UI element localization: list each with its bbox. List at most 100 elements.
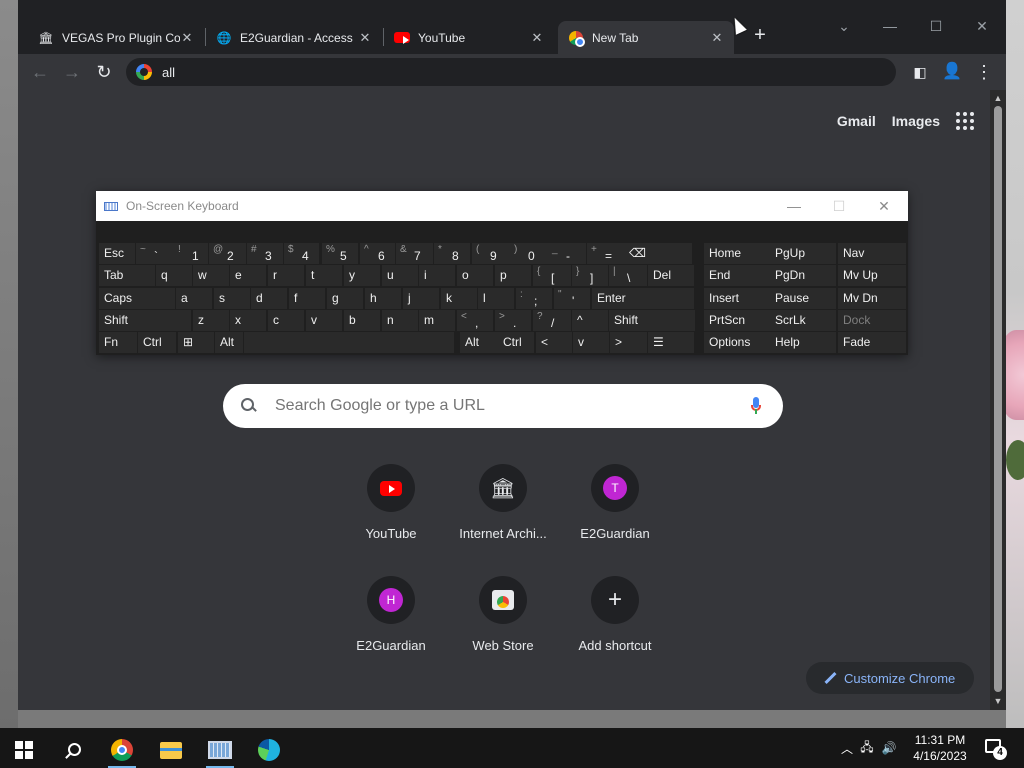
osk-key[interactable]: Mv Dn <box>838 288 906 309</box>
gmail-link[interactable]: Gmail <box>837 113 876 129</box>
osk-key[interactable]: < <box>536 332 572 353</box>
osk-key[interactable]: w <box>193 265 229 286</box>
osk-minimize-icon[interactable]: — <box>784 196 804 216</box>
taskbar-edge[interactable] <box>249 732 289 768</box>
reload-icon[interactable]: ↻ <box>92 60 116 84</box>
shortcut-tile[interactable]: T E2Guardian <box>559 452 671 552</box>
osk-key[interactable]: " ' <box>554 288 590 309</box>
osk-key[interactable]: ) 0 <box>510 243 548 264</box>
osk-titlebar[interactable]: On-Screen Keyboard — ☐ ✕ <box>96 191 908 221</box>
add-shortcut-tile[interactable]: + Add shortcut <box>559 564 671 664</box>
osk-key[interactable]: q <box>156 265 192 286</box>
microphone-icon[interactable] <box>751 397 761 415</box>
taskbar-chrome[interactable] <box>102 732 142 768</box>
taskbar-on-screen-keyboard[interactable] <box>200 732 240 768</box>
back-icon[interactable]: ← <box>28 60 52 84</box>
tab-search-icon[interactable]: ⌄ <box>834 16 854 36</box>
osk-key[interactable]: y <box>344 265 380 286</box>
osk-key[interactable]: Ctrl <box>498 332 534 353</box>
osk-key[interactable]: j <box>403 288 439 309</box>
osk-key[interactable]: o <box>457 265 493 286</box>
osk-key[interactable]: v <box>306 310 342 331</box>
osk-key[interactable]: Options <box>704 332 770 353</box>
osk-key[interactable]: l <box>478 288 514 309</box>
osk-key[interactable]: Mv Up <box>838 265 906 286</box>
scroll-up-icon[interactable]: ▲ <box>993 93 1003 103</box>
osk-key[interactable]: PgUp <box>770 243 836 264</box>
osk-key[interactable]: v <box>573 332 609 353</box>
osk-key[interactable]: (9 <box>472 243 510 264</box>
osk-key[interactable]: % 5 <box>322 243 358 264</box>
osk-key[interactable]: $4 <box>284 243 319 264</box>
osk-key[interactable]: PrtScn <box>704 310 770 331</box>
osk-key[interactable]: Enter <box>592 288 694 309</box>
maximize-icon[interactable]: ☐ <box>926 16 946 36</box>
osk-key[interactable]: f <box>289 288 325 309</box>
osk-key[interactable]: a <box>176 288 212 309</box>
osk-key[interactable]: h <box>365 288 401 309</box>
osk-key[interactable]: Esc <box>99 243 135 264</box>
osk-key[interactable]: Ctrl <box>138 332 176 353</box>
osk-key[interactable]: Shift <box>609 310 695 331</box>
osk-key[interactable]: Alt <box>460 332 498 353</box>
tab-youtube[interactable]: YouTube ✕ <box>384 21 554 54</box>
osk-key[interactable]: Fn <box>99 332 137 353</box>
osk-key[interactable]: ☰ <box>648 332 694 353</box>
shortcut-tile[interactable]: 🏛 Internet Archi... <box>447 452 559 552</box>
osk-key[interactable]: z <box>193 310 229 331</box>
osk-key[interactable]: r <box>268 265 304 286</box>
osk-key[interactable]: >. <box>495 310 531 331</box>
start-button[interactable] <box>4 732 44 768</box>
osk-key[interactable]: #3 <box>247 243 283 264</box>
close-icon[interactable]: ✕ <box>710 30 724 45</box>
chevron-up-icon[interactable]: ︿ <box>838 740 856 757</box>
customize-chrome-button[interactable]: Customize Chrome <box>806 662 974 694</box>
volume-icon[interactable]: 🔊 <box>878 741 900 755</box>
osk-key[interactable]: d <box>251 288 287 309</box>
osk-key[interactable]: Home <box>704 243 770 264</box>
osk-key[interactable]: ⊞ <box>178 332 214 353</box>
apps-grid-icon[interactable] <box>956 112 974 130</box>
osk-key[interactable]: Alt <box>215 332 243 353</box>
osk-key[interactable]: ! 1 <box>174 243 208 264</box>
profile-icon[interactable]: 👤 <box>940 60 964 84</box>
osk-key[interactable]: b <box>344 310 380 331</box>
osk-close-icon[interactable]: ✕ <box>874 196 894 216</box>
osk-key[interactable]: Caps <box>99 288 175 309</box>
clock[interactable]: 11:31 PM 4/16/2023 <box>902 732 978 764</box>
osk-key[interactable]: ^ <box>572 310 608 331</box>
forward-icon[interactable]: → <box>60 60 84 84</box>
osk-key[interactable]: {[ <box>533 265 571 286</box>
taskbar-file-explorer[interactable] <box>151 732 191 768</box>
search-box[interactable] <box>223 384 783 428</box>
osk-key[interactable]: Shift <box>99 310 191 331</box>
tab-e2guardian[interactable]: 🌐 E2Guardian - Access ✕ <box>206 21 382 54</box>
osk-key[interactable]: > <box>610 332 647 353</box>
osk-key[interactable]: p <box>495 265 531 286</box>
shortcut-tile[interactable]: H E2Guardian <box>335 564 447 664</box>
osk-key[interactable]: @2 <box>209 243 246 264</box>
osk-key[interactable]: Insert <box>704 288 770 309</box>
osk-key[interactable]: + = <box>587 243 624 264</box>
osk-key[interactable]: Tab <box>99 265 155 286</box>
images-link[interactable]: Images <box>892 113 940 129</box>
osk-key[interactable]: <, <box>457 310 493 331</box>
window-close-icon[interactable]: ✕ <box>972 16 992 36</box>
osk-key[interactable]: PgDn <box>770 265 836 286</box>
scroll-thumb[interactable] <box>994 106 1002 692</box>
osk-key[interactable]: Dock <box>838 310 906 331</box>
osk-key[interactable]: Nav <box>838 243 906 264</box>
osk-key[interactable]: ? / <box>533 310 571 331</box>
osk-key[interactable]: :; <box>516 288 552 309</box>
osk-key[interactable]: s <box>214 288 250 309</box>
shortcut-tile[interactable]: Web Store <box>447 564 559 664</box>
tab-vegas[interactable]: 🏛 VEGAS Pro Plugin Co ✕ <box>28 21 204 54</box>
address-bar[interactable]: all <box>126 58 896 86</box>
new-tab-button[interactable]: + <box>750 25 770 46</box>
osk-key[interactable]: ^ 6 <box>360 243 395 264</box>
taskbar-search-button[interactable] <box>52 732 92 768</box>
tab-new-tab[interactable]: New Tab ✕ <box>558 21 734 54</box>
osk-key[interactable]: ~ ` <box>136 243 174 264</box>
osk-key[interactable]: & 7 <box>396 243 433 264</box>
side-panel-icon[interactable]: ◧ <box>908 60 932 84</box>
